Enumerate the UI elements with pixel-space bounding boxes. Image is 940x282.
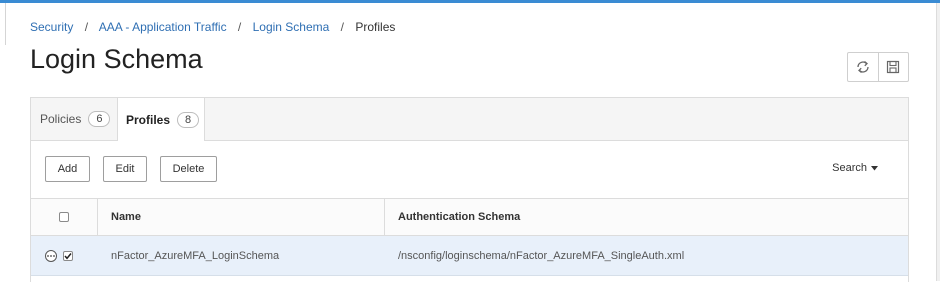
column-header-name[interactable]: Name	[98, 199, 385, 235]
row-actions-button[interactable]	[45, 249, 57, 262]
breadcrumb-separator: /	[237, 20, 242, 34]
search-label: Search	[832, 162, 867, 174]
breadcrumb-security[interactable]: Security	[30, 20, 73, 34]
right-scrollbar[interactable]	[936, 3, 940, 281]
tab-policies-count: 6	[88, 111, 111, 127]
save-button[interactable]	[877, 53, 909, 81]
cell-name: nFactor_AzureMFA_LoginSchema	[111, 249, 280, 262]
table-header: Name Authentication Schema	[31, 198, 908, 236]
breadcrumb-separator: /	[340, 20, 345, 34]
tab-profiles-count: 8	[177, 111, 200, 128]
row-select-cell	[45, 236, 85, 275]
refresh-icon	[857, 61, 869, 73]
column-header-authentication-schema[interactable]: Authentication Schema	[385, 199, 908, 235]
tab-profiles-label: Profiles	[126, 112, 171, 127]
content-panel: Policies 6 Profiles 8 Add Edit Delete Se…	[30, 97, 909, 282]
delete-button[interactable]: Delete	[160, 156, 217, 182]
caret-down-icon	[871, 165, 878, 170]
save-icon	[887, 60, 900, 74]
header-actions	[847, 52, 909, 82]
edit-button[interactable]: Edit	[103, 156, 147, 182]
tab-policies-label: Policies	[40, 112, 82, 126]
breadcrumb: Security / AAA - Application Traffic / L…	[30, 20, 395, 34]
breadcrumb-login-schema[interactable]: Login Schema	[253, 20, 330, 34]
refresh-button[interactable]	[848, 53, 878, 81]
search-dropdown[interactable]: Search	[832, 162, 878, 174]
page-title: Login Schema	[30, 44, 203, 74]
tab-profiles[interactable]: Profiles 8	[117, 98, 205, 141]
checkmark-icon	[64, 252, 72, 259]
cell-authentication-schema: /nsconfig/loginschema/nFactor_AzureMFA_S…	[398, 249, 685, 262]
left-divider	[0, 3, 6, 45]
breadcrumb-aaa-application-traffic[interactable]: AAA - Application Traffic	[99, 20, 227, 34]
tab-policies[interactable]: Policies 6	[31, 98, 117, 140]
select-all-cell	[31, 199, 98, 235]
more-horizontal-icon	[47, 254, 55, 257]
tab-bar: Policies 6 Profiles 8	[31, 98, 908, 141]
table-toolbar: Add Edit Delete Search	[31, 141, 908, 198]
add-button[interactable]: Add	[45, 156, 90, 182]
table-row[interactable]: nFactor_AzureMFA_LoginSchema /nsconfig/l…	[31, 236, 908, 276]
top-accent-bar	[0, 0, 940, 3]
row-checkbox[interactable]	[63, 250, 73, 261]
select-all-checkbox[interactable]	[59, 212, 69, 222]
breadcrumb-current: Profiles	[355, 20, 396, 34]
breadcrumb-separator: /	[84, 20, 89, 34]
